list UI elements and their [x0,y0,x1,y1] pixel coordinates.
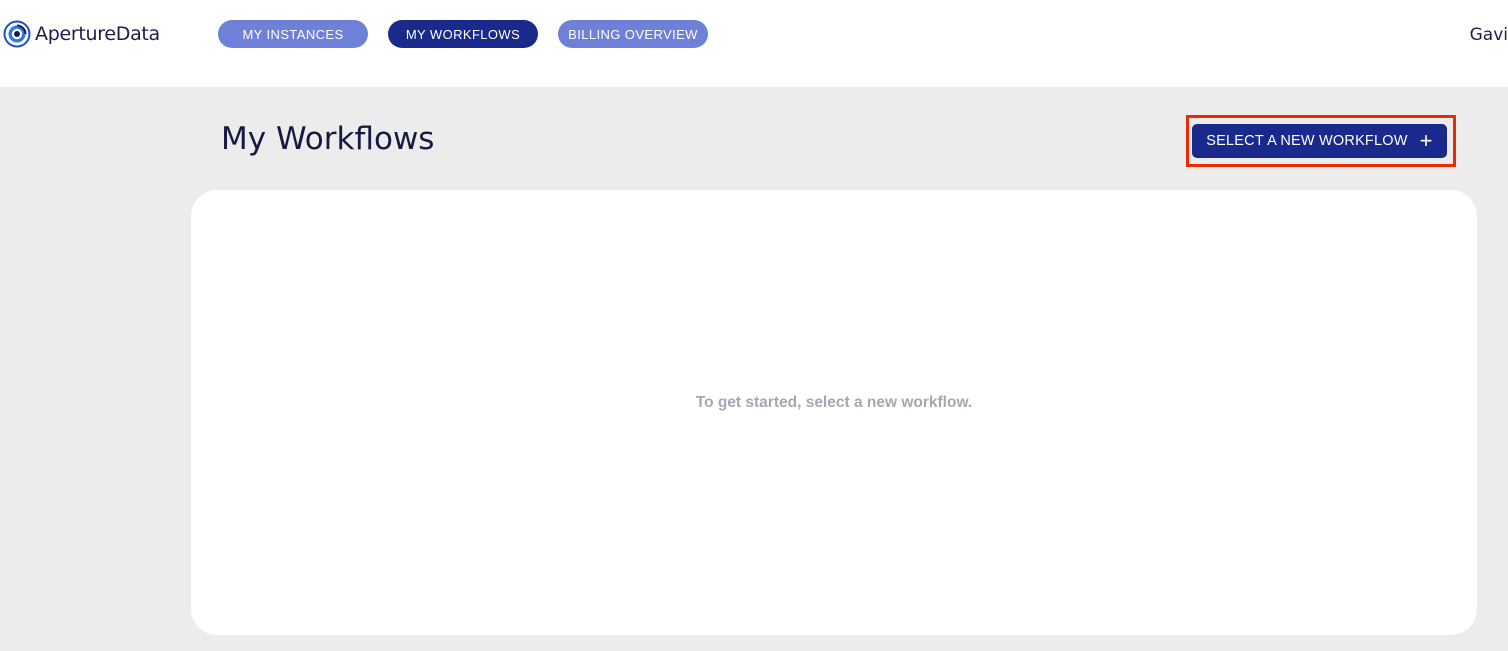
empty-state-message: To get started, select a new workflow. [695,394,973,411]
top-navigation-bar: ApertureData MY INSTANCES MY WORKFLOWS B… [0,0,1508,87]
nav-my-instances[interactable]: MY INSTANCES [218,20,368,48]
select-new-workflow-button[interactable]: SELECT A NEW WORKFLOW + [1192,124,1447,158]
aperture-logo-icon [3,20,31,48]
page-title: My Workflows [221,121,435,157]
user-menu[interactable]: Gavi [1470,25,1508,45]
workflows-panel: To get started, select a new workflow. [191,190,1477,635]
nav-my-workflows[interactable]: MY WORKFLOWS [388,20,538,48]
plus-icon: + [1419,128,1433,153]
nav-billing-overview[interactable]: BILLING OVERVIEW [558,20,708,48]
brand-name: ApertureData [35,23,160,45]
brand-logo[interactable]: ApertureData [3,20,160,48]
select-new-workflow-label: SELECT A NEW WORKFLOW [1206,133,1408,149]
